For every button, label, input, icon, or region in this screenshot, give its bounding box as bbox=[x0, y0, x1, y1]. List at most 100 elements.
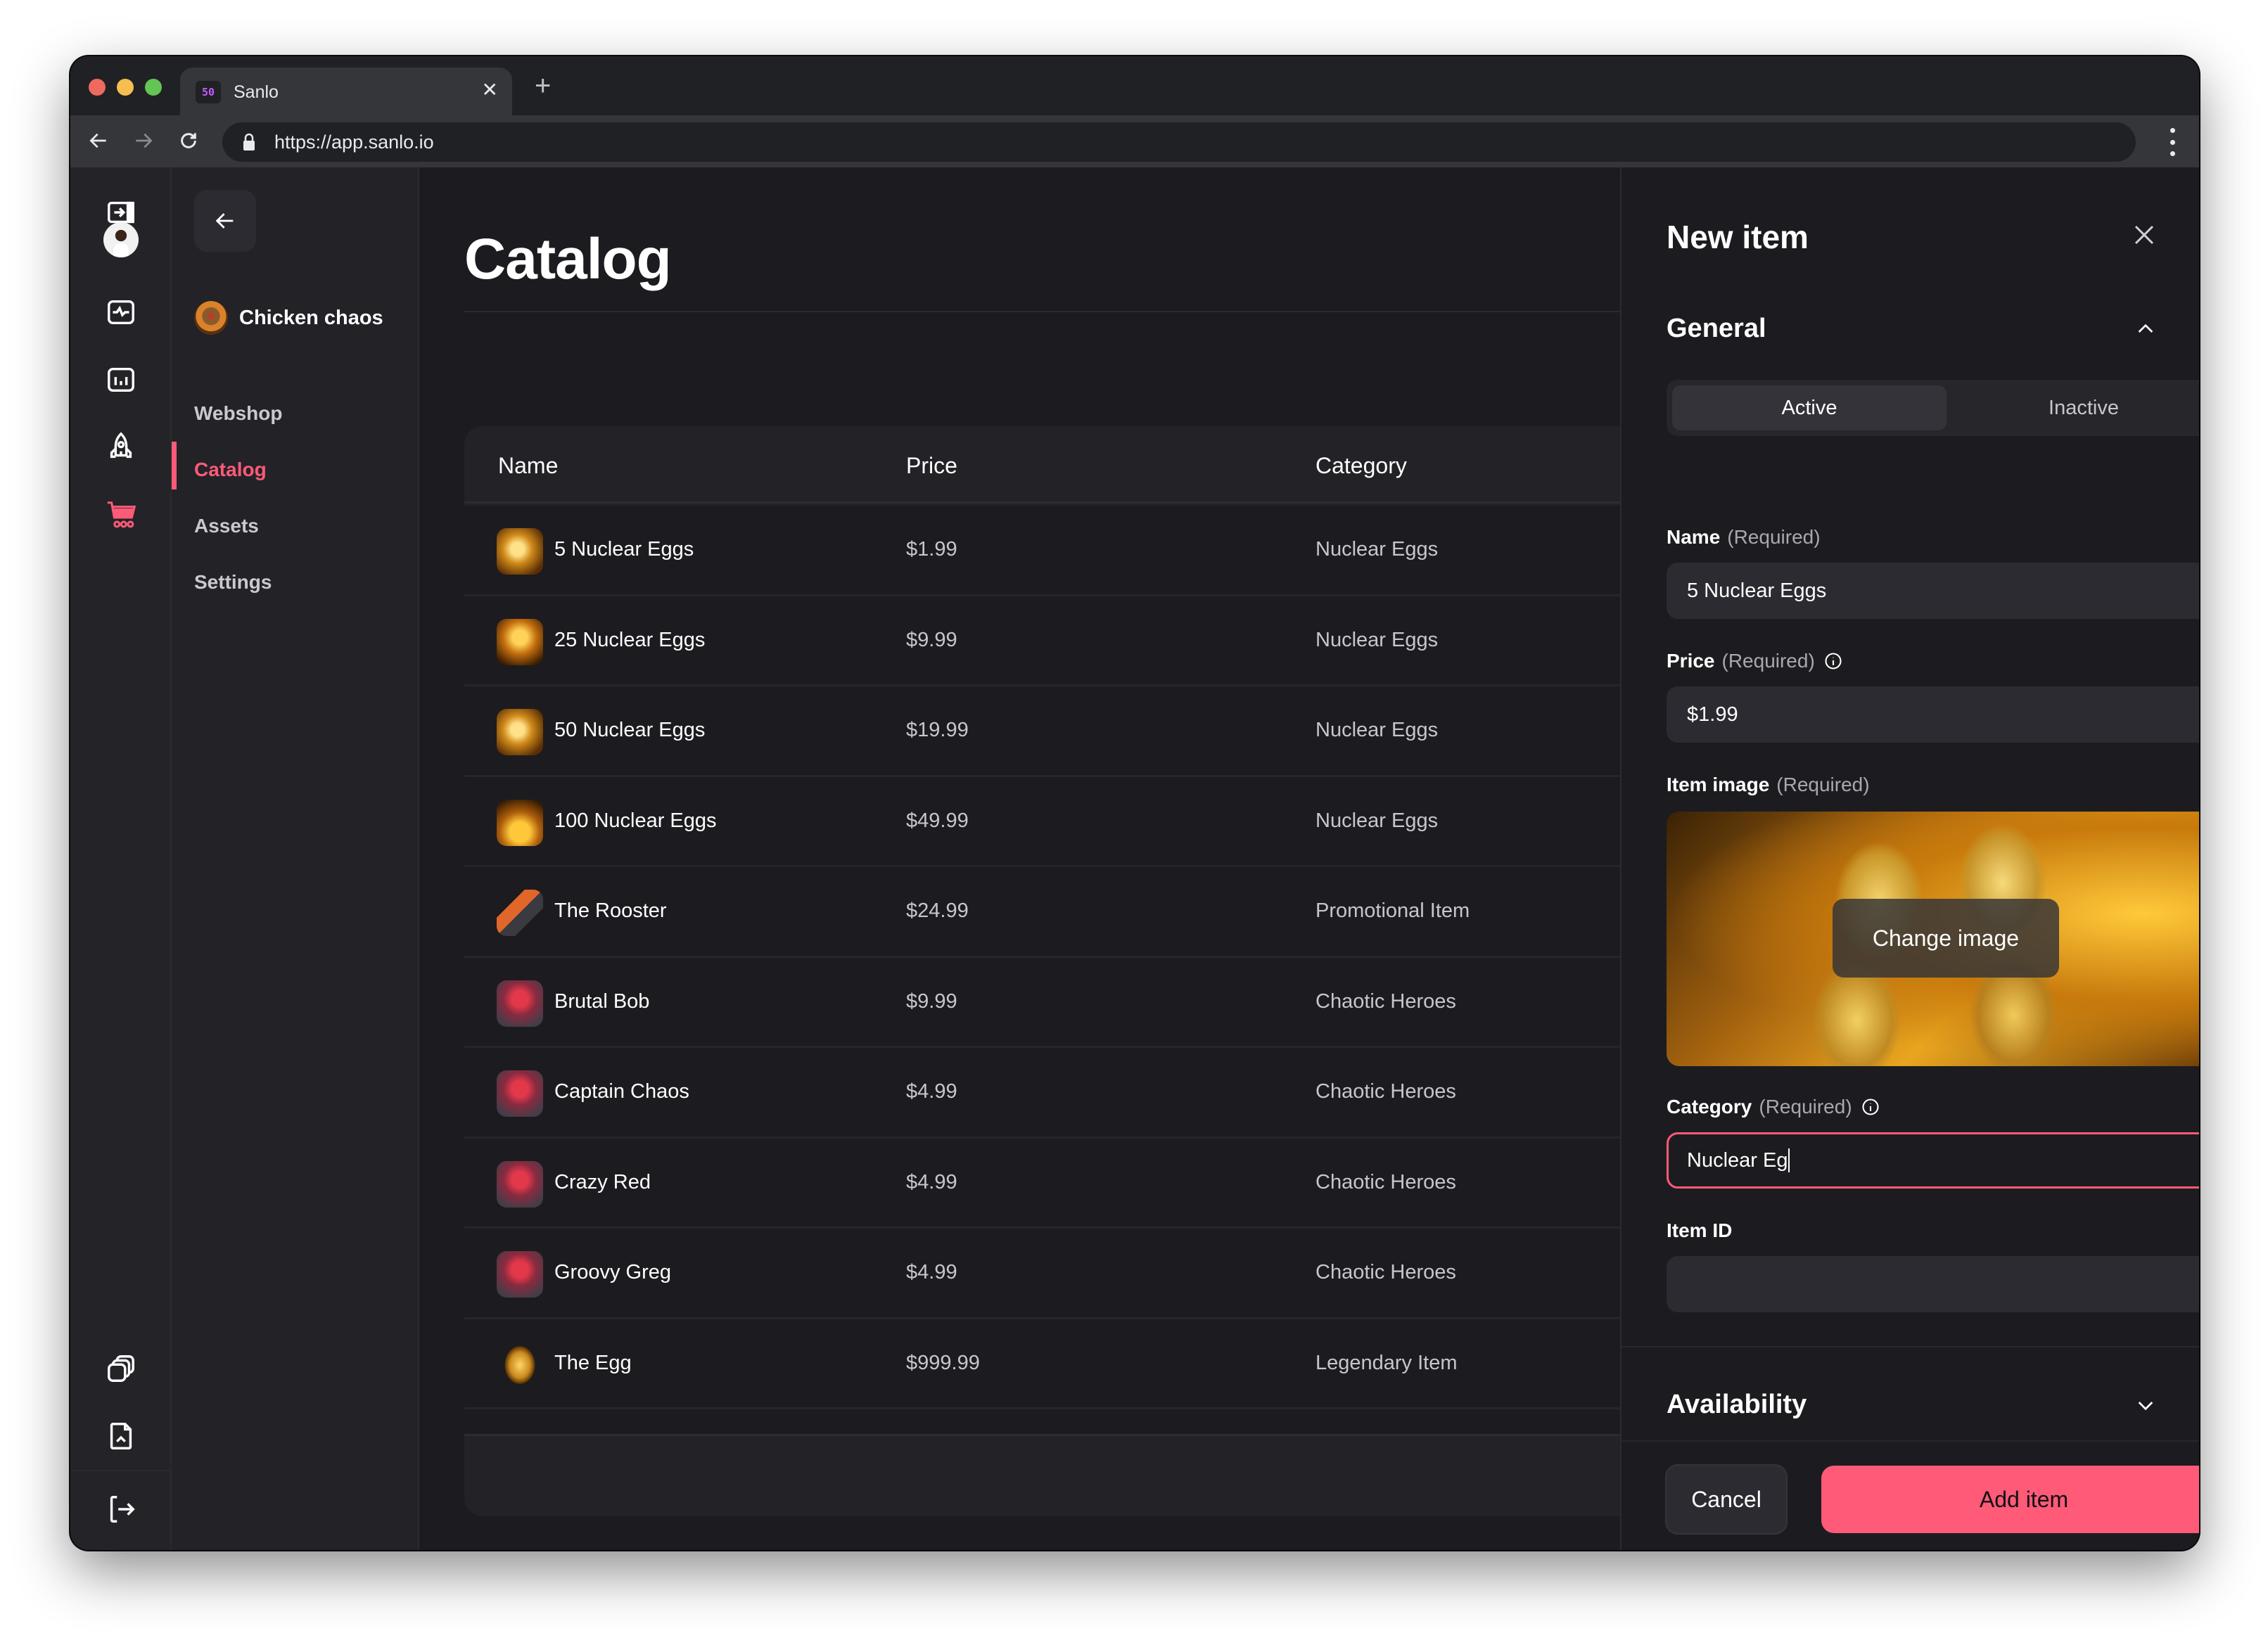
window-close-button[interactable] bbox=[89, 79, 106, 96]
table-row[interactable]: 25 Nuclear Eggs $9.99 Nuclear Eggs bbox=[464, 596, 1632, 686]
address-bar[interactable]: https://app.sanlo.io bbox=[222, 122, 2136, 162]
back-arrow-icon[interactable] bbox=[83, 125, 114, 156]
item-thumbnail bbox=[497, 528, 543, 575]
item-id-label-text: Item ID bbox=[1667, 1219, 1733, 1241]
name-label-text: Name bbox=[1667, 526, 1721, 548]
cell-price: $4.99 bbox=[906, 1261, 957, 1283]
stacked-layers-icon[interactable] bbox=[97, 1345, 145, 1392]
close-icon[interactable] bbox=[2132, 222, 2157, 248]
cell-price: $49.99 bbox=[906, 809, 969, 832]
add-item-button[interactable]: Add item bbox=[1821, 1466, 2199, 1533]
subnav-item-assets[interactable]: Assets bbox=[194, 515, 259, 537]
table-row[interactable]: Crazy Red $4.99 Chaotic Heroes bbox=[464, 1139, 1632, 1229]
cell-name: 50 Nuclear Eggs bbox=[554, 719, 706, 741]
shopping-cart-icon[interactable] bbox=[97, 491, 145, 539]
subnav-item-webshop[interactable]: Webshop bbox=[194, 402, 282, 425]
price-input-value: $1.99 bbox=[1687, 703, 1738, 726]
bar-chart-icon[interactable] bbox=[97, 356, 145, 404]
item-thumbnail bbox=[497, 1341, 543, 1388]
active-indicator bbox=[172, 442, 177, 489]
logout-icon[interactable] bbox=[97, 1485, 145, 1533]
change-image-button[interactable]: Change image bbox=[1833, 899, 2059, 978]
window-minimize-button[interactable] bbox=[117, 79, 134, 96]
item-image-label: Item image (Required) bbox=[1667, 774, 1870, 796]
required-hint: (Required) bbox=[1727, 526, 1821, 548]
panel-title: New item bbox=[1667, 219, 1809, 255]
column-header-price[interactable]: Price bbox=[906, 453, 957, 479]
new-item-panel: New item General Active Inactive Name (R… bbox=[1620, 167, 2199, 1550]
title-divider bbox=[464, 311, 1620, 312]
table-row[interactable]: Brutal Bob $9.99 Chaotic Heroes bbox=[464, 958, 1632, 1048]
kebab-menu-icon[interactable] bbox=[2165, 128, 2179, 156]
game-avatar bbox=[194, 301, 228, 335]
category-label: Category (Required) bbox=[1667, 1096, 1880, 1118]
rocket-icon[interactable] bbox=[97, 423, 145, 471]
info-icon[interactable] bbox=[1823, 651, 1843, 671]
game-selector[interactable]: Chicken chaos bbox=[194, 301, 383, 335]
price-label: Price (Required) bbox=[1667, 650, 1843, 672]
forward-arrow-icon[interactable] bbox=[128, 125, 159, 156]
tab-title: Sanlo bbox=[234, 82, 279, 102]
subnav-item-settings[interactable]: Settings bbox=[194, 571, 272, 594]
chevron-down-icon[interactable] bbox=[2134, 1394, 2157, 1416]
status-toggle: Active Inactive bbox=[1667, 380, 2199, 436]
browser-tab[interactable]: 50 Sanlo ✕ bbox=[180, 68, 512, 117]
user-avatar[interactable] bbox=[103, 222, 139, 257]
cell-category: Chaotic Heroes bbox=[1315, 990, 1456, 1013]
cell-category: Chaotic Heroes bbox=[1315, 1170, 1456, 1193]
item-image-preview: Change image bbox=[1667, 812, 2199, 1066]
url-text: https://app.sanlo.io bbox=[274, 131, 434, 153]
item-thumbnail bbox=[497, 799, 543, 846]
table-header: Name Price Category bbox=[464, 426, 1632, 504]
cancel-button[interactable]: Cancel bbox=[1665, 1464, 1788, 1535]
app: Chicken chaos Webshop Catalog Assets Set… bbox=[70, 167, 2199, 1550]
table-row[interactable]: Groovy Greg $4.99 Chaotic Heroes bbox=[464, 1229, 1632, 1319]
table-row[interactable]: The Egg $999.99 Legendary Item bbox=[464, 1319, 1632, 1409]
close-tab-icon[interactable]: ✕ bbox=[482, 80, 498, 100]
back-arrow-icon bbox=[215, 213, 234, 229]
price-input[interactable]: $1.99 bbox=[1667, 686, 2199, 743]
cell-price: $24.99 bbox=[906, 899, 969, 922]
column-header-name[interactable]: Name bbox=[498, 453, 558, 479]
status-option-active[interactable]: Active bbox=[1672, 385, 1947, 430]
name-label: Name (Required) bbox=[1667, 526, 1821, 549]
category-label-text: Category bbox=[1667, 1096, 1752, 1118]
cell-name: Captain Chaos bbox=[554, 1080, 689, 1103]
window-maximize-button[interactable] bbox=[145, 79, 162, 96]
table-row[interactable]: 100 Nuclear Eggs $49.99 Nuclear Eggs bbox=[464, 777, 1632, 867]
price-label-text: Price bbox=[1667, 650, 1715, 672]
item-thumbnail bbox=[497, 890, 543, 936]
new-tab-icon[interactable]: + bbox=[535, 72, 551, 100]
table-body[interactable]: 5 Nuclear Eggs $1.99 Nuclear Eggs 25 Nuclea… bbox=[464, 506, 1632, 1434]
back-button[interactable] bbox=[194, 190, 256, 252]
name-input[interactable]: 5 Nuclear Eggs bbox=[1667, 563, 2199, 619]
cell-category: Chaotic Heroes bbox=[1315, 1080, 1456, 1103]
subnav-item-catalog[interactable]: Catalog bbox=[194, 459, 267, 481]
cell-price: $4.99 bbox=[906, 1170, 957, 1193]
category-input[interactable]: Nuclear Eg bbox=[1667, 1132, 2199, 1189]
cell-name: The Rooster bbox=[554, 899, 667, 922]
info-icon[interactable] bbox=[1861, 1097, 1880, 1117]
table-row[interactable]: Triple Threat$29.99Featured Deal bbox=[464, 1409, 1632, 1434]
rail-divider bbox=[70, 1470, 172, 1471]
reload-icon[interactable] bbox=[173, 125, 204, 156]
item-id-input[interactable] bbox=[1667, 1256, 2199, 1312]
column-header-category[interactable]: Category bbox=[1315, 453, 1407, 479]
main-content: Catalog Name Price Category 5 Nuclear Eg… bbox=[419, 167, 1632, 1550]
table-row[interactable]: 5 Nuclear Eggs $1.99 Nuclear Eggs bbox=[464, 506, 1632, 596]
browser-window: 50 Sanlo ✕ + https://app.sanlo.io Chicke… bbox=[70, 56, 2199, 1550]
table-row[interactable]: The Rooster $24.99 Promotional Item bbox=[464, 867, 1632, 958]
activity-pulse-icon[interactable] bbox=[97, 288, 145, 336]
cell-name: The Egg bbox=[554, 1351, 632, 1374]
cell-category: Promotional Item bbox=[1315, 899, 1470, 922]
table-row[interactable]: Captain Chaos $4.99 Chaotic Heroes bbox=[464, 1048, 1632, 1139]
chevron-up-icon[interactable] bbox=[2134, 318, 2157, 340]
cell-price: $9.99 bbox=[906, 990, 957, 1013]
table-row[interactable]: 50 Nuclear Eggs $19.99 Nuclear Eggs bbox=[464, 686, 1632, 777]
section-availability-title[interactable]: Availability bbox=[1667, 1390, 1807, 1420]
status-option-inactive[interactable]: Inactive bbox=[1947, 385, 2199, 430]
cell-name: Groovy Greg bbox=[554, 1261, 671, 1283]
text-caret bbox=[1788, 1148, 1790, 1172]
document-icon[interactable] bbox=[97, 1412, 145, 1460]
section-general-title[interactable]: General bbox=[1667, 314, 1766, 344]
